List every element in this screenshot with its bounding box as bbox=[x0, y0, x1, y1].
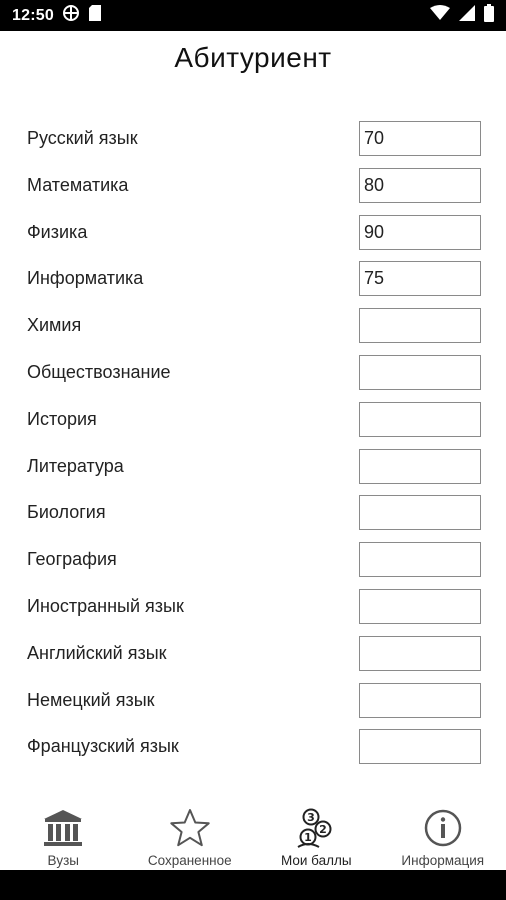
subject-label: Химия bbox=[27, 315, 82, 336]
info-circle-icon bbox=[422, 800, 464, 848]
subject-row-russian: Русский язык bbox=[0, 121, 506, 168]
nav-label: Мои баллы bbox=[280, 853, 352, 868]
score-input-french[interactable] bbox=[359, 729, 481, 765]
score-input-math[interactable] bbox=[359, 167, 481, 203]
svg-text:2: 2 bbox=[319, 823, 327, 836]
subject-label: Немецкий язык bbox=[27, 689, 155, 710]
nav-label: Сохраненное bbox=[147, 853, 232, 868]
score-input-literature[interactable] bbox=[359, 448, 481, 484]
subject-row-physics: Физика bbox=[0, 214, 506, 262]
subject-label: Французский язык bbox=[27, 736, 179, 757]
subject-row-social-studies: Обществознание bbox=[0, 354, 506, 402]
subject-row-german: Немецкий язык bbox=[0, 682, 506, 730]
subject-row-informatics: Информатика bbox=[0, 261, 506, 308]
subject-label: Русский язык bbox=[27, 128, 138, 148]
university-building-icon bbox=[42, 800, 84, 848]
cellular-signal-icon bbox=[459, 5, 475, 26]
vpn-globe-icon bbox=[62, 4, 80, 27]
subject-row-chemistry: Химия bbox=[0, 308, 506, 355]
subject-row-literature: Литература bbox=[0, 448, 506, 496]
subject-label: История bbox=[27, 408, 97, 429]
sd-card-icon bbox=[88, 4, 102, 27]
subject-row-biology: Биология bbox=[0, 495, 506, 542]
score-input-chemistry[interactable] bbox=[359, 308, 481, 344]
score-input-history[interactable] bbox=[359, 401, 481, 437]
wifi-icon bbox=[430, 5, 450, 26]
subject-label: Обществознание bbox=[27, 361, 171, 382]
svg-text:1: 1 bbox=[304, 831, 312, 844]
nav-item-information[interactable]: Информация bbox=[380, 790, 506, 870]
nav-item-universities[interactable]: Вузы bbox=[0, 790, 127, 870]
status-bar: 12:50 bbox=[0, 0, 506, 31]
subject-label: Физика bbox=[27, 221, 88, 242]
subject-label: География bbox=[27, 549, 117, 570]
score-input-geography[interactable] bbox=[359, 542, 481, 578]
subject-label: Иностранный язык bbox=[27, 595, 184, 616]
nav-label: Информация bbox=[401, 853, 485, 868]
bottom-nav: Вузы Сохраненное 3 2 1 Мои баллы Информа… bbox=[0, 790, 506, 870]
score-input-physics[interactable] bbox=[359, 214, 481, 250]
subject-row-french: Французский язык bbox=[0, 729, 506, 776]
subject-row-geography: География bbox=[0, 542, 506, 589]
subject-label: Биология bbox=[27, 502, 106, 523]
subject-label: Информатика bbox=[27, 268, 144, 289]
nav-label: Вузы bbox=[47, 853, 80, 868]
score-bubbles-icon: 3 2 1 bbox=[295, 800, 337, 848]
subject-label: Литература bbox=[27, 455, 124, 476]
subjects-form: Русский язык Математика Физика Информати… bbox=[0, 121, 506, 776]
score-input-informatics[interactable] bbox=[359, 261, 481, 297]
subject-row-english: Английский язык bbox=[0, 635, 506, 683]
status-time: 12:50 bbox=[12, 6, 54, 24]
score-input-english[interactable] bbox=[359, 635, 481, 671]
battery-icon bbox=[484, 4, 494, 27]
subject-row-history: История bbox=[0, 401, 506, 449]
subject-label: Математика bbox=[27, 174, 129, 195]
score-input-russian[interactable] bbox=[359, 121, 481, 156]
svg-text:3: 3 bbox=[307, 811, 315, 824]
system-navigation-bar bbox=[0, 870, 506, 900]
score-input-social-studies[interactable] bbox=[359, 354, 481, 390]
star-outline-icon bbox=[169, 800, 211, 848]
page-title: Абитуриент bbox=[174, 42, 332, 73]
nav-item-my-scores[interactable]: 3 2 1 Мои баллы bbox=[253, 790, 380, 870]
score-input-biology[interactable] bbox=[359, 495, 481, 531]
subject-row-foreign-language: Иностранный язык bbox=[0, 588, 506, 636]
subject-row-math: Математика bbox=[0, 167, 506, 215]
score-input-german[interactable] bbox=[359, 682, 481, 718]
nav-item-saved[interactable]: Сохраненное bbox=[127, 790, 254, 870]
score-input-foreign-language[interactable] bbox=[359, 588, 481, 624]
subject-label: Английский язык bbox=[27, 642, 167, 663]
